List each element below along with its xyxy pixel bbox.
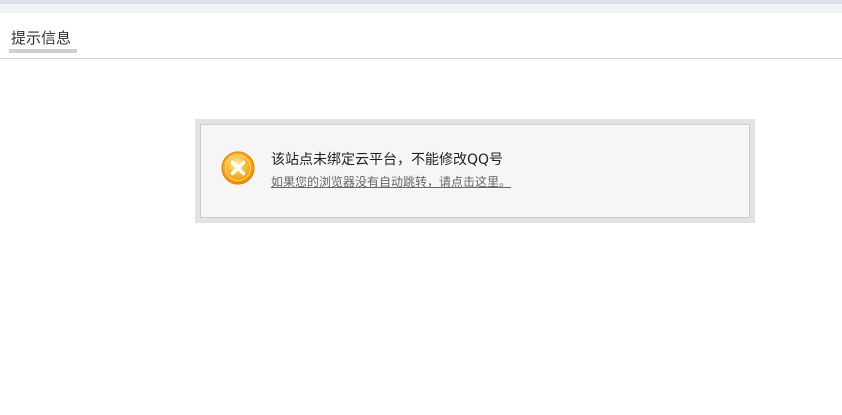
- header-tab-bar: 提示信息: [0, 13, 842, 59]
- message-box: 该站点未绑定云平台，不能修改QQ号 如果您的浏览器没有自动跳转，请点击这里。: [195, 119, 755, 223]
- tab-prompt-info[interactable]: 提示信息: [9, 27, 77, 53]
- top-border-shadow: [0, 4, 842, 13]
- message-box-inner: 该站点未绑定云平台，不能修改QQ号 如果您的浏览器没有自动跳转，请点击这里。: [200, 124, 750, 218]
- redirect-link[interactable]: 如果您的浏览器没有自动跳转，请点击这里。: [271, 175, 511, 190]
- error-x-icon: [221, 151, 255, 185]
- message-title: 该站点未绑定云平台，不能修改QQ号: [271, 152, 504, 168]
